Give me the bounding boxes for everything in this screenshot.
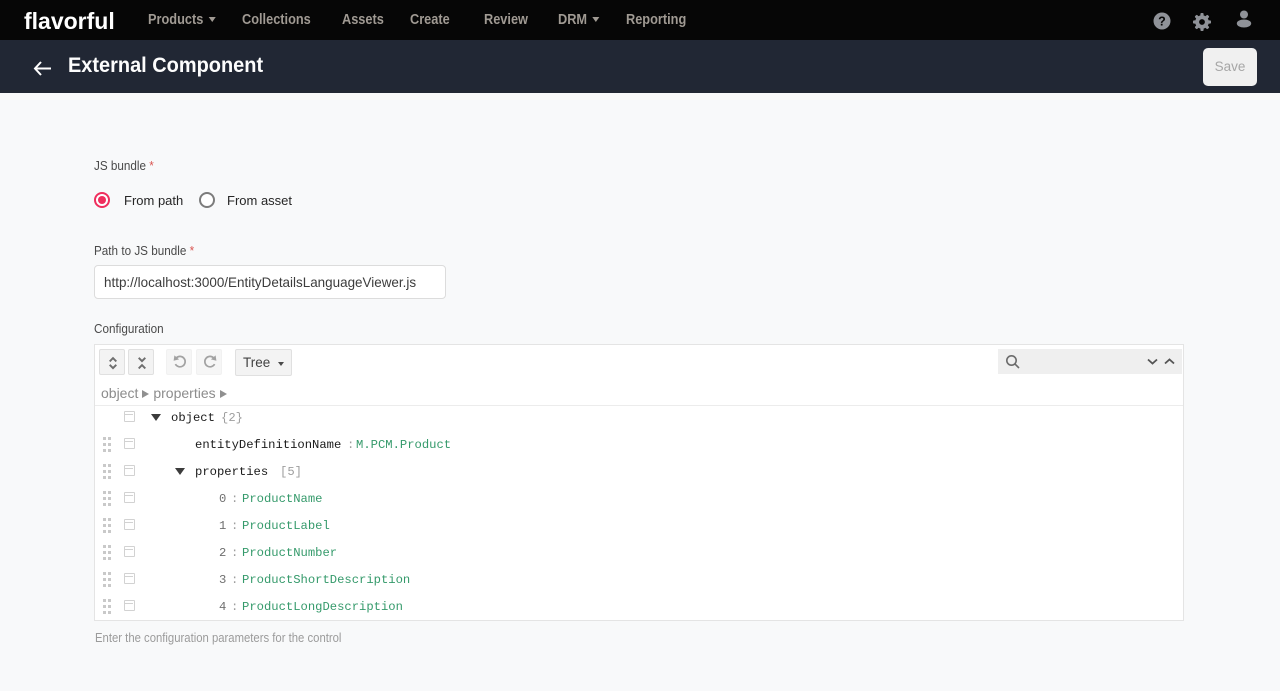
svg-text:?: ? <box>1158 14 1166 28</box>
